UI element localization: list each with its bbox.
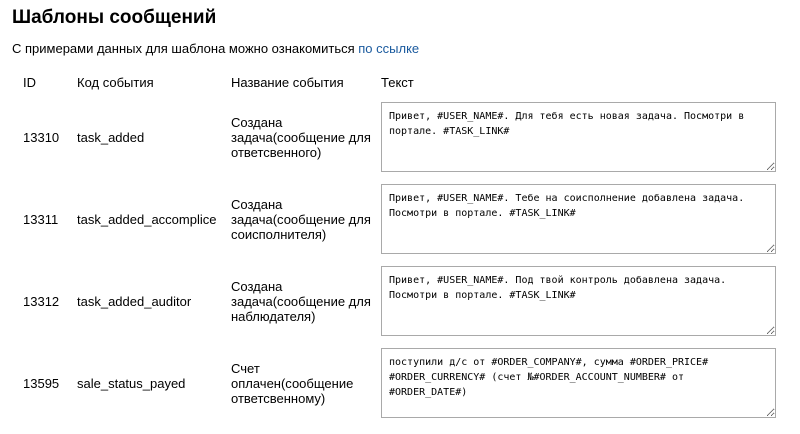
row-text-cell: Привет, #USER_NAME#. Тебе на соисполнени… <box>381 178 781 260</box>
intro-text: С примерами данных для шаблона можно озн… <box>12 41 419 57</box>
col-header-name: Название события <box>231 74 344 90</box>
page-title: Шаблоны сообщений <box>12 7 217 28</box>
row-name: Создана задача(сообщение для ответсвенно… <box>231 114 371 160</box>
templates-table: ID Код события Название события Текст 13… <box>12 68 781 424</box>
table-row: 13312 task_added_auditor Создана задача(… <box>12 260 781 342</box>
row-id: 13311 <box>23 211 59 227</box>
row-code: sale_status_payed <box>77 375 186 391</box>
row-text-cell: Привет, #USER_NAME#. Под твой контроль д… <box>381 260 781 342</box>
table-row: 13595 sale_status_payed Счет оплачен(соо… <box>12 342 781 424</box>
template-text-area[interactable]: Привет, #USER_NAME#. Тебе на соисполнени… <box>381 184 776 254</box>
col-header-text: Текст <box>381 74 414 90</box>
row-name: Счет оплачен(сообщение ответсвенному) <box>231 360 354 406</box>
row-id: 13312 <box>23 293 60 309</box>
examples-link[interactable]: по ссылке <box>358 41 419 56</box>
row-id: 13595 <box>23 375 60 391</box>
template-text-area[interactable]: Привет, #USER_NAME#. Для тебя есть новая… <box>381 102 776 172</box>
intro-label: С примерами данных для шаблона можно озн… <box>12 41 359 56</box>
row-code: task_added <box>77 129 145 145</box>
row-code: task_added_auditor <box>77 293 192 309</box>
template-text-area[interactable]: Привет, #USER_NAME#. Под твой контроль д… <box>381 266 776 336</box>
table-row: 13310 task_added Создана задача(сообщени… <box>12 96 781 178</box>
row-text-cell: поступили д/с от #ORDER_COMPANY#, сумма … <box>381 342 781 424</box>
template-text-area[interactable]: поступили д/с от #ORDER_COMPANY#, сумма … <box>381 348 776 418</box>
row-name: Создана задача(сообщение для соисполните… <box>231 196 371 242</box>
row-id: 13310 <box>23 129 60 145</box>
col-header-code: Код события <box>77 74 154 90</box>
col-header-id: ID <box>23 74 36 90</box>
row-name: Создана задача(сообщение для наблюдателя… <box>231 278 371 324</box>
table-row: 13311 task_added_accomplice Создана зада… <box>12 178 781 260</box>
table-header-row: ID Код события Название события Текст <box>12 68 781 96</box>
row-text-cell: Привет, #USER_NAME#. Для тебя есть новая… <box>381 96 781 178</box>
row-code: task_added_accomplice <box>77 211 217 227</box>
page: Шаблоны сообщений С примерами данных для… <box>0 0 800 434</box>
